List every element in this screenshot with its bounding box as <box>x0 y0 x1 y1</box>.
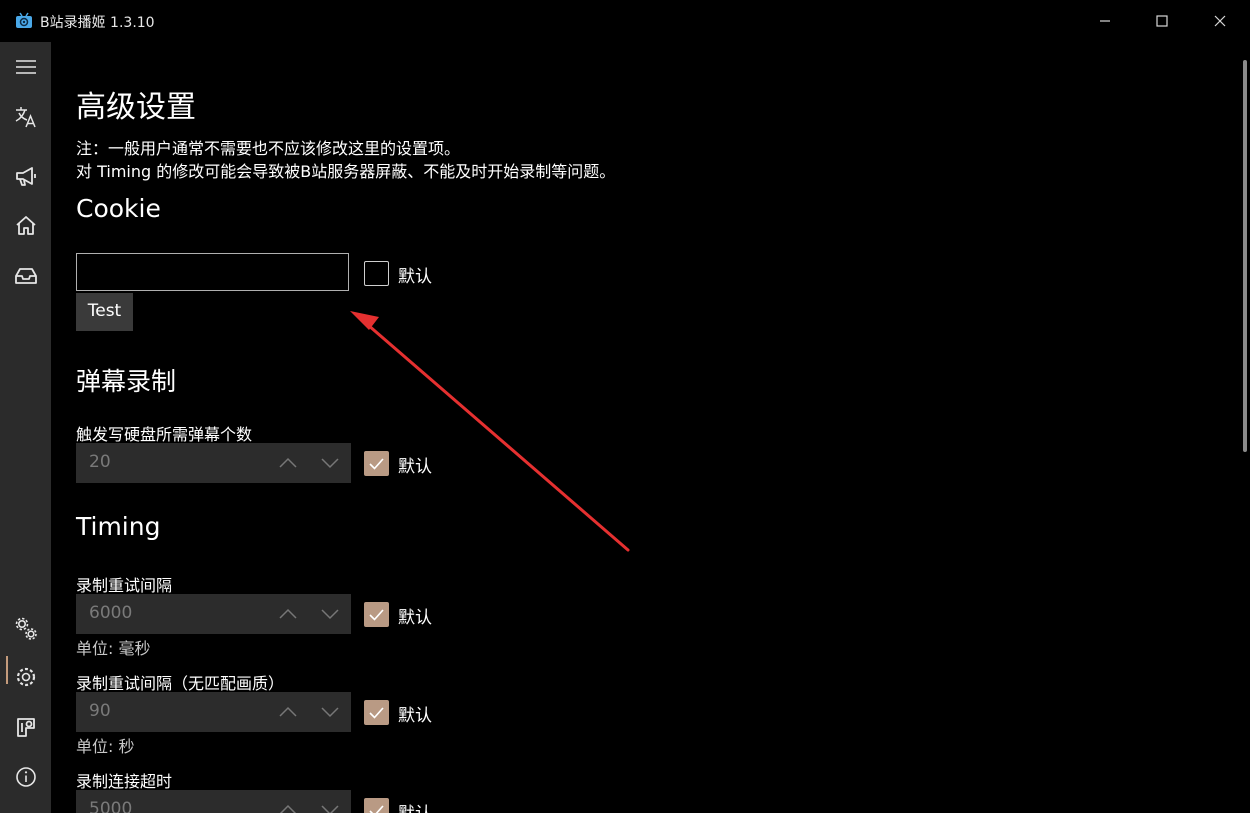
chevron-down-icon[interactable] <box>319 702 341 722</box>
chevron-down-icon[interactable] <box>319 604 341 624</box>
danmaku-default-checkbox[interactable] <box>364 451 389 476</box>
cookie-default-checkbox[interactable] <box>364 261 389 286</box>
chevron-up-icon[interactable] <box>277 453 299 473</box>
timing-heading: Timing <box>76 512 161 541</box>
connect-timeout-label: 录制连接超时 <box>76 772 173 791</box>
connect-timeout-input[interactable]: 5000 <box>76 790 351 813</box>
connect-timeout-value: 5000 <box>89 799 133 813</box>
inbox-icon[interactable] <box>13 263 39 289</box>
vertical-scrollbar[interactable] <box>1243 60 1247 452</box>
note-line-1: 注：一般用户通常不需要也不应该修改这里的设置项。 <box>76 139 461 158</box>
retry-interval-default-label: 默认 <box>398 608 432 628</box>
chevron-down-icon[interactable] <box>319 453 341 473</box>
translate-icon[interactable] <box>13 104 39 130</box>
cookie-default-label: 默认 <box>398 267 432 287</box>
retry-interval-default-checkbox[interactable] <box>364 602 389 627</box>
active-indicator <box>6 656 8 684</box>
danmaku-default-label: 默认 <box>398 457 432 477</box>
connect-timeout-default-checkbox[interactable] <box>364 798 389 813</box>
info-icon[interactable] <box>13 764 39 790</box>
note-line-2: 对 Timing 的修改可能会导致被B站服务器屏蔽、不能及时开始录制等问题。 <box>76 162 616 181</box>
chevron-up-icon[interactable] <box>277 604 299 624</box>
test-button[interactable]: Test <box>76 293 133 331</box>
cookie-heading: Cookie <box>76 194 161 223</box>
checkmark-icon <box>369 458 384 470</box>
danmaku-heading: 弹幕录制 <box>76 367 177 396</box>
close-icon[interactable] <box>1207 8 1233 34</box>
home-icon[interactable] <box>13 213 39 239</box>
settings-icon[interactable] <box>13 664 39 690</box>
retry-no-quality-default-label: 默认 <box>398 706 432 726</box>
page-title: 高级设置 <box>76 90 196 125</box>
retry-no-quality-label: 录制重试间隔（无匹配画质） <box>76 674 285 693</box>
minimize-icon[interactable] <box>1092 8 1118 34</box>
retry-no-quality-value: 90 <box>89 701 111 721</box>
danmaku-count-input[interactable]: 20 <box>76 443 351 483</box>
chevron-up-icon[interactable] <box>277 800 299 813</box>
chevron-up-icon[interactable] <box>277 702 299 722</box>
advanced-settings-icon[interactable] <box>13 616 39 642</box>
retry-interval-input[interactable]: 6000 <box>76 594 351 634</box>
retry-no-quality-input[interactable]: 90 <box>76 692 351 732</box>
retry-interval-value: 6000 <box>89 603 133 623</box>
checkmark-icon <box>369 805 384 813</box>
advanced-settings-page: 高级设置 注：一般用户通常不需要也不应该修改这里的设置项。 对 Timing 的… <box>51 42 1241 813</box>
checkmark-icon <box>369 609 384 621</box>
chevron-down-icon[interactable] <box>319 800 341 813</box>
maximize-icon[interactable] <box>1149 8 1175 34</box>
title-bar: B站录播姬 1.3.10 <box>0 0 1250 42</box>
toolbox-icon[interactable] <box>13 714 39 740</box>
retry-interval-unit: 单位: 毫秒 <box>76 639 151 658</box>
app-tv-icon <box>16 12 32 28</box>
connect-timeout-default-label: 默认 <box>398 799 432 813</box>
cookie-input[interactable] <box>76 253 349 291</box>
menu-icon[interactable] <box>13 54 39 80</box>
retry-interval-label: 录制重试间隔 <box>76 576 173 595</box>
checkmark-icon <box>369 707 384 719</box>
retry-no-quality-unit: 单位: 秒 <box>76 737 135 756</box>
window-title: B站录播姬 1.3.10 <box>40 15 155 31</box>
danmaku-field-label: 触发写硬盘所需弹幕个数 <box>76 425 253 444</box>
danmaku-count-value: 20 <box>89 452 111 472</box>
retry-no-quality-default-checkbox[interactable] <box>364 700 389 725</box>
megaphone-icon[interactable] <box>13 163 39 189</box>
sidebar <box>0 42 51 813</box>
